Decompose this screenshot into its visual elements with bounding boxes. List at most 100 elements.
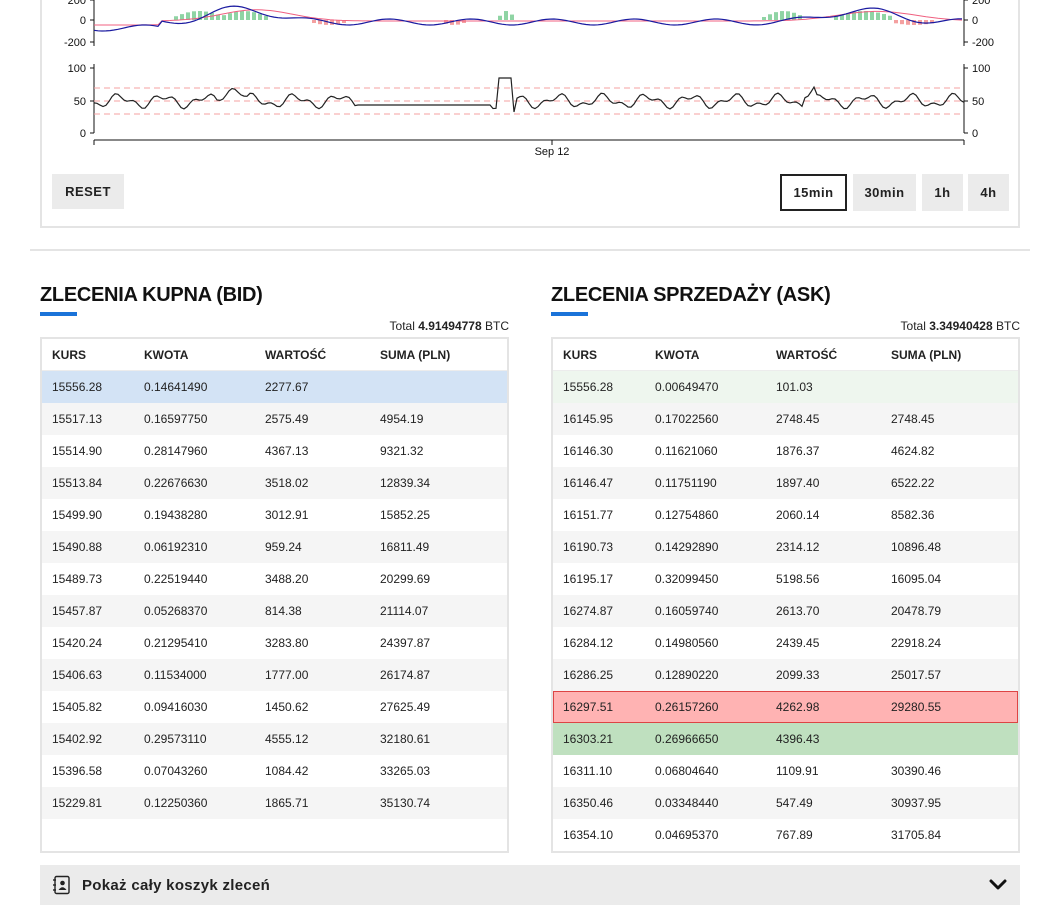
macd-histogram-bar <box>246 11 250 20</box>
header-wartosc: WARTOŚĆ <box>776 347 838 362</box>
suma-cell: 4954.19 <box>380 412 424 426</box>
contact-book-icon <box>53 875 70 895</box>
table-row[interactable]: 16350.46 0.03348440 547.49 30937.95 <box>553 787 1018 819</box>
table-row[interactable]: 15406.63 0.11534000 1777.00 26174.87 <box>42 659 507 691</box>
macd-histogram-bar <box>870 11 874 20</box>
wartosc-cell: 2277.67 <box>265 380 309 394</box>
kurs-cell: 15514.90 <box>52 444 103 458</box>
table-row[interactable]: 16284.12 0.14980560 2439.45 22918.24 <box>553 627 1018 659</box>
total-label: Total <box>900 319 926 333</box>
timeframe-4h-button[interactable]: 4h <box>968 174 1009 211</box>
kwota-cell: 0.05268370 <box>144 604 208 618</box>
table-row[interactable]: 15420.24 0.21295410 3283.80 24397.87 <box>42 627 507 659</box>
suma-cell: 20478.79 <box>891 604 942 618</box>
table-row[interactable]: 16145.95 0.17022560 2748.45 2748.45 <box>553 403 1018 435</box>
header-kurs: KURS <box>563 347 598 362</box>
header-wartosc: WARTOŚĆ <box>265 347 327 362</box>
kurs-cell: 15406.63 <box>52 668 103 682</box>
table-row[interactable]: 15556.28 0.00649470 101.03 <box>553 371 1018 403</box>
rsi-tick-label-right: 100 <box>972 63 990 75</box>
macd-histogram-bar <box>894 20 898 24</box>
kwota-cell: 0.26966650 <box>655 732 719 746</box>
kurs-cell: 16274.87 <box>563 604 614 618</box>
table-row[interactable]: 15499.90 0.19438280 3012.91 15852.25 <box>42 499 507 531</box>
table-row[interactable]: 16195.17 0.32099450 5198.56 16095.04 <box>553 563 1018 595</box>
wartosc-cell: 1897.40 <box>776 476 820 490</box>
wartosc-cell: 3283.80 <box>265 636 309 650</box>
reset-zoom-button[interactable]: RESET <box>52 174 124 209</box>
kwota-cell: 0.16597750 <box>144 412 208 426</box>
rsi-tick-label-left: 100 <box>68 63 86 75</box>
kwota-cell: 0.14641490 <box>144 380 208 394</box>
table-row[interactable]: 15489.73 0.22519440 3488.20 20299.69 <box>42 563 507 595</box>
macd-histogram-bar <box>498 15 502 20</box>
table-row[interactable]: 16151.77 0.12754860 2060.14 8582.36 <box>553 499 1018 531</box>
suma-cell: 30390.46 <box>891 764 942 778</box>
table-row[interactable]: 15517.13 0.16597750 2575.49 4954.19 <box>42 403 507 435</box>
macd-tick-label-left: -200 <box>64 37 86 49</box>
show-full-orderbook-toggle[interactable]: Pokaż cały koszyk zleceń <box>40 865 1020 905</box>
kwota-cell: 0.17022560 <box>655 412 719 426</box>
kurs-cell: 16190.73 <box>563 540 614 554</box>
chevron-down-icon <box>989 879 1007 890</box>
table-row[interactable]: 15490.88 0.06192310 959.24 16811.49 <box>42 531 507 563</box>
timeframe-1h-button[interactable]: 1h <box>922 174 963 211</box>
wartosc-cell: 4367.13 <box>265 444 309 458</box>
table-row[interactable]: 16146.30 0.11621060 1876.37 4624.82 <box>553 435 1018 467</box>
table-row[interactable]: 15556.28 0.14641490 2277.67 <box>42 371 507 403</box>
table-row[interactable]: 16354.10 0.04695370 767.89 31705.84 <box>553 819 1018 851</box>
macd-tick-label-right: 0 <box>972 15 978 27</box>
header-kurs: KURS <box>52 347 87 362</box>
suma-cell: 12839.34 <box>380 476 431 490</box>
kurs-cell: 16146.47 <box>563 476 614 490</box>
table-row[interactable]: 16286.25 0.12890220 2099.33 25017.57 <box>553 659 1018 691</box>
table-row[interactable]: 15514.90 0.28147960 4367.13 9321.32 <box>42 435 507 467</box>
table-row[interactable]: 15229.81 0.12250360 1865.71 35130.74 <box>42 787 507 819</box>
table-row[interactable]: 15396.58 0.07043260 1084.42 33265.03 <box>42 755 507 787</box>
kurs-cell: 16146.30 <box>563 444 614 458</box>
kwota-cell: 0.28147960 <box>144 444 208 458</box>
bid-order-book: ZLECENIA KUPNA (BID) Total 4.91494778 BT… <box>40 283 509 853</box>
table-row[interactable]: 16190.73 0.14292890 2314.12 10896.48 <box>553 531 1018 563</box>
table-row[interactable]: 16303.21 0.26966650 4396.43 <box>553 723 1018 755</box>
indicator-chart[interactable]: 200 200 0 0 -200 -200 100 100 50 50 0 0 Sep 12 <box>42 0 1020 170</box>
suma-cell: 27625.49 <box>380 700 431 714</box>
wartosc-cell: 1876.37 <box>776 444 820 458</box>
kwota-cell: 0.11751190 <box>655 476 717 490</box>
ask-table: KURS KWOTA WARTOŚĆ SUMA (PLN) 15556.28 0.… <box>551 337 1020 853</box>
table-row[interactable]: 15457.87 0.05268370 814.38 21114.07 <box>42 595 507 627</box>
macd-histogram-bar <box>882 14 886 20</box>
kurs-cell: 15229.81 <box>52 796 103 810</box>
table-row[interactable]: 15402.92 0.29573110 4555.12 32180.61 <box>42 723 507 755</box>
suma-cell: 25017.57 <box>891 668 942 682</box>
wartosc-cell: 4555.12 <box>265 732 309 746</box>
suma-cell: 16095.04 <box>891 572 942 586</box>
suma-cell: 16811.49 <box>380 540 430 554</box>
table-row[interactable]: 15513.84 0.22676630 3518.02 12839.34 <box>42 467 507 499</box>
macd-histogram-bar <box>792 12 796 20</box>
table-row[interactable]: 16274.87 0.16059740 2613.70 20478.79 <box>553 595 1018 627</box>
wartosc-cell: 1084.42 <box>265 764 309 778</box>
table-row[interactable]: 15405.82 0.09416030 1450.62 27625.49 <box>42 691 507 723</box>
kurs-cell: 16303.21 <box>563 732 614 746</box>
wartosc-cell: 767.89 <box>776 828 813 842</box>
timeframe-15min-button[interactable]: 15min <box>780 174 847 211</box>
table-row[interactable]: 16311.10 0.06804640 1109.91 30390.46 <box>553 755 1018 787</box>
suma-cell: 4624.82 <box>891 444 935 458</box>
suma-cell: 6522.22 <box>891 476 935 490</box>
rsi-tick-label-left: 50 <box>74 96 86 108</box>
kurs-cell: 16350.46 <box>563 796 614 810</box>
wartosc-cell: 1450.62 <box>265 700 309 714</box>
total-unit: BTC <box>485 319 509 333</box>
table-row[interactable]: 16297.51 0.26157260 4262.98 29280.55 <box>553 691 1018 723</box>
kurs-cell: 16354.10 <box>563 828 614 842</box>
kurs-cell: 15556.28 <box>52 380 103 394</box>
macd-tick-label-left: 0 <box>80 15 86 27</box>
table-row[interactable]: 16146.47 0.11751190 1897.40 6522.22 <box>553 467 1018 499</box>
timeframe-30min-button[interactable]: 30min <box>853 174 916 211</box>
price-chart-panel: 200 200 0 0 -200 -200 100 100 50 50 0 0 Sep 12 RESET… <box>40 0 1020 228</box>
wartosc-cell: 2099.33 <box>776 668 820 682</box>
kurs-cell: 15517.13 <box>52 412 103 426</box>
kurs-cell: 15420.24 <box>52 636 103 650</box>
suma-cell: 24397.87 <box>380 636 431 650</box>
